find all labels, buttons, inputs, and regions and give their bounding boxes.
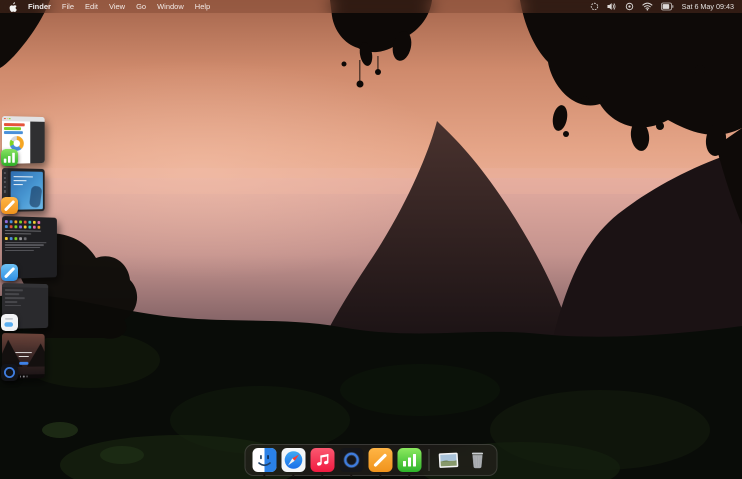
dock-separator bbox=[429, 449, 430, 471]
menu-bar: Finder File Edit View Go Window Help bbox=[0, 0, 742, 13]
stage-thumbnail-photo-window[interactable] bbox=[2, 333, 64, 379]
battery-icon[interactable] bbox=[661, 2, 674, 11]
volume-icon[interactable] bbox=[607, 2, 617, 11]
menu-view[interactable]: View bbox=[109, 2, 125, 11]
safari-icon[interactable] bbox=[282, 448, 306, 472]
menu-file[interactable]: File bbox=[62, 2, 74, 11]
desktop: Finder File Edit View Go Window Help bbox=[0, 0, 742, 479]
dial-icon[interactable] bbox=[590, 2, 599, 11]
menu-active-app[interactable]: Finder bbox=[28, 2, 51, 11]
thumbnail-blue-button bbox=[19, 362, 28, 365]
numbers-app-icon[interactable] bbox=[1, 149, 18, 166]
downloads-photo-icon[interactable] bbox=[437, 448, 461, 472]
stage-manager-strip bbox=[2, 116, 64, 379]
pages-app-icon[interactable] bbox=[1, 197, 18, 214]
trash-icon[interactable] bbox=[466, 448, 490, 472]
blue-ring-app-icon[interactable] bbox=[340, 448, 364, 472]
blue-pencil-app-icon[interactable] bbox=[1, 264, 18, 281]
wifi-icon[interactable] bbox=[642, 2, 653, 11]
desktop-wallpaper bbox=[0, 0, 742, 479]
finder-icon[interactable] bbox=[253, 448, 277, 472]
stage-thumbnail-glyph-browser[interactable] bbox=[2, 216, 64, 279]
menu-window[interactable]: Window bbox=[157, 2, 184, 11]
numbers-icon[interactable] bbox=[398, 448, 422, 472]
menu-clock[interactable]: Sat 6 May 09:43 bbox=[682, 2, 734, 11]
stage-thumbnail-gray-window[interactable] bbox=[2, 283, 64, 329]
menu-help[interactable]: Help bbox=[195, 2, 210, 11]
stage-thumbnail-numbers[interactable] bbox=[2, 116, 64, 164]
stage-thumbnail-pages[interactable] bbox=[2, 168, 64, 212]
pages-icon[interactable] bbox=[369, 448, 393, 472]
apple-menu-icon[interactable] bbox=[9, 2, 17, 12]
ring-icon[interactable] bbox=[625, 2, 634, 11]
white-app-icon[interactable] bbox=[1, 314, 18, 331]
menu-edit[interactable]: Edit bbox=[85, 2, 98, 11]
dock bbox=[245, 444, 498, 476]
music-icon[interactable] bbox=[311, 448, 335, 472]
blue-ring-app-icon[interactable] bbox=[1, 364, 18, 381]
menu-go[interactable]: Go bbox=[136, 2, 146, 11]
